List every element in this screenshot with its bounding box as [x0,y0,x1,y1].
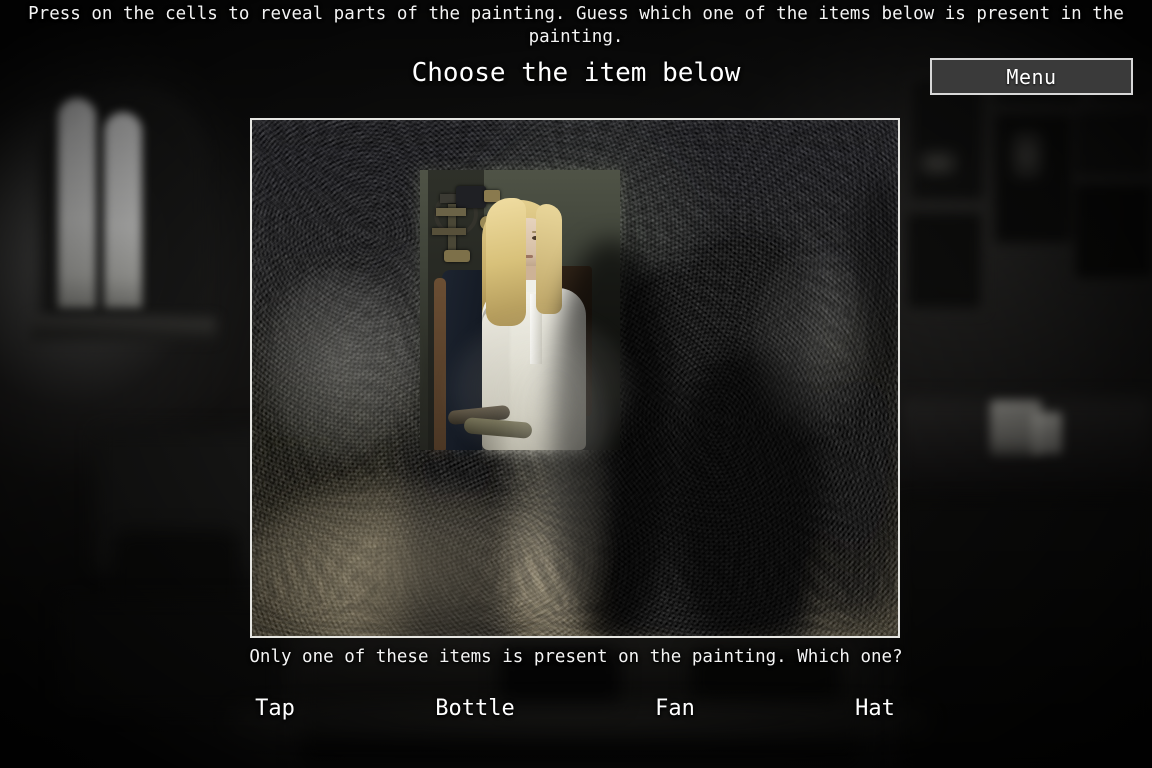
apparatus-part [436,208,466,216]
right-lower-cabinet [900,500,1152,768]
figure-hair-front [486,198,526,326]
window-lancet-right [104,112,142,308]
revealed-cell[interactable] [420,170,620,450]
instructions-text: Press on the cells to reveal parts of th… [28,4,1124,47]
chair-rail [434,278,446,450]
shelf-compartment [1072,180,1152,282]
window-lancet-left [58,98,96,308]
game-screen: Press on the cells to reveal parts of th… [0,0,1152,768]
shelf-compartment [1072,108,1152,180]
shelf-highlight [1010,130,1044,180]
figure-hair-strand [536,204,562,314]
apparatus-part [456,186,486,208]
shelf-compartment [904,210,984,312]
counter-jar-small [1032,412,1062,454]
window-sill [30,318,216,340]
answer-option-fan[interactable]: Fan [655,694,695,724]
painting-grid[interactable] [250,118,900,638]
answer-option-bottle[interactable]: Bottle [435,694,514,724]
question-caption: Only one of these items is present on th… [249,647,903,667]
apparatus-part [432,228,466,235]
answer-option-hat[interactable]: Hat [855,694,895,724]
answer-options: Tap Bottle Fan Hat [230,694,930,728]
figure-arm [482,310,508,418]
answer-option-tap[interactable]: Tap [255,694,295,724]
right-shelving-wall [900,70,1152,400]
menu-button[interactable]: Menu [930,58,1133,95]
painting-inner [252,120,898,636]
apparatus-part [444,250,470,262]
shelf-highlight [918,150,958,176]
